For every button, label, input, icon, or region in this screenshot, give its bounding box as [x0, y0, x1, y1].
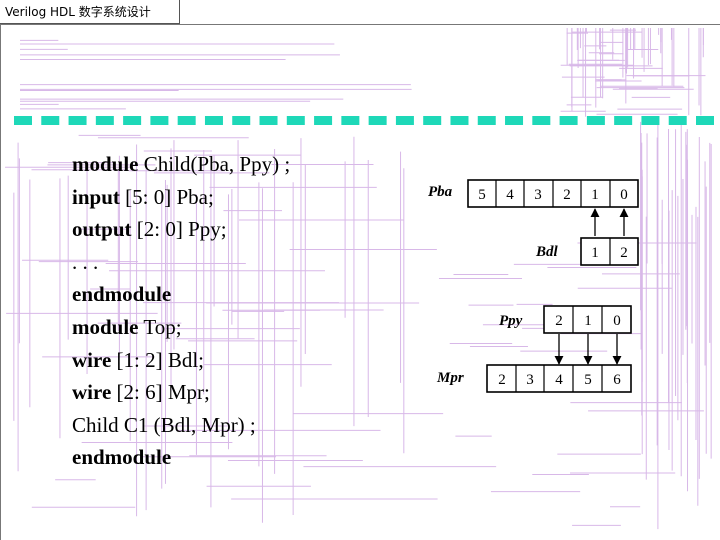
pba-cell: 2	[563, 187, 571, 203]
code-line: output [2: 0] Ppy;	[72, 213, 290, 246]
code-line: . . .	[72, 246, 290, 279]
code-keyword: output	[72, 217, 132, 242]
code-text: Child(Pba, Ppy) ;	[138, 152, 291, 176]
pba-label: Pba	[428, 184, 453, 200]
mpr-cell: 3	[526, 372, 534, 388]
section-divider	[14, 116, 714, 125]
code-keyword: wire	[72, 347, 112, 372]
pba-cell: 1	[591, 187, 599, 203]
mpr-label: Mpr	[436, 370, 464, 386]
mpr-cell: 2	[498, 372, 506, 388]
code-line: wire [1: 2] Bdl;	[72, 344, 290, 377]
left-rule	[0, 24, 1, 540]
header-title: Verilog HDL 数字系统设计	[0, 0, 180, 24]
code-line: module Child(Pba, Ppy) ;	[72, 148, 290, 181]
pba-cell: 4	[506, 187, 514, 203]
code-line: wire [2: 6] Mpr;	[72, 376, 290, 409]
pba-cell: 5	[478, 187, 486, 203]
ppy-cell: 1	[584, 313, 592, 329]
code-keyword: module	[72, 152, 139, 176]
code-line: input [5: 0] Pba;	[72, 181, 290, 214]
code-text: [2: 6] Mpr;	[111, 380, 210, 405]
code-listing: module Child(Pba, Ppy) ; input [5: 0] Pb…	[72, 148, 290, 474]
code-text: Child C1 (Bdl, Mpr) ;	[72, 412, 256, 437]
ppy-cell: 2	[555, 313, 563, 329]
bdl-cell: 1	[591, 245, 599, 261]
code-keyword: wire	[72, 380, 112, 405]
ppy-label: Ppy	[499, 313, 523, 329]
code-text: Top;	[138, 314, 182, 339]
code-text: . . .	[72, 249, 99, 274]
code-line: endmodule	[72, 278, 290, 311]
mpr-cell: 6	[613, 372, 621, 388]
header-rule	[0, 24, 720, 25]
code-text: [1: 2] Bdl;	[111, 347, 205, 372]
code-line: Child C1 (Bdl, Mpr) ;	[72, 409, 290, 442]
pba-cell: 0	[620, 187, 628, 203]
mpr-cell: 5	[584, 372, 592, 388]
ppy-cell: 0	[613, 313, 621, 329]
code-text: [5: 0] Pba;	[119, 184, 214, 209]
bdl-cell: 2	[620, 245, 628, 261]
code-keyword: input	[72, 184, 120, 209]
code-keyword: endmodule	[72, 445, 172, 470]
code-line: module Top;	[72, 311, 290, 344]
bdl-label: Bdl	[535, 244, 559, 260]
code-keyword: module	[72, 314, 139, 339]
pba-cell: 3	[534, 187, 542, 203]
code-text: [2: 0] Ppy;	[131, 217, 227, 242]
code-keyword: endmodule	[72, 282, 172, 307]
port-mapping-diagram: Pba 5 4 3 2 1 0 Bdl 1 2 Ppy 2 1 0 Mpr 2 …	[428, 179, 639, 393]
mpr-cell: 4	[555, 372, 563, 388]
code-line: endmodule	[72, 441, 290, 474]
